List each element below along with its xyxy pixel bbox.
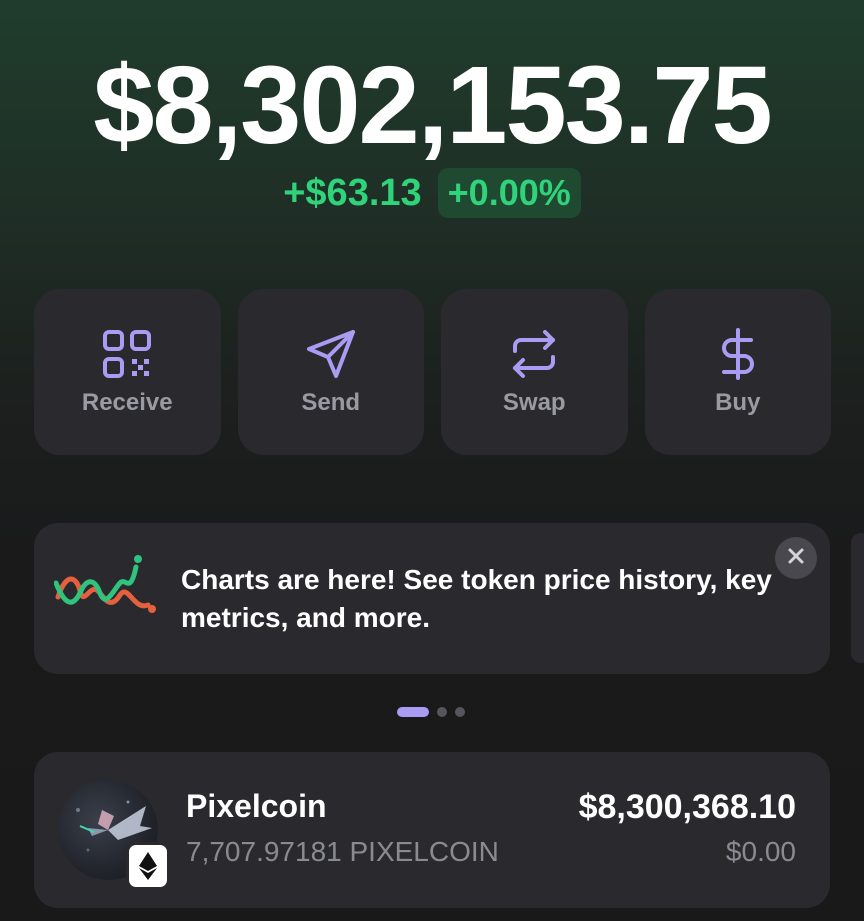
buy-label: Buy bbox=[715, 389, 761, 416]
carousel-indicator bbox=[397, 707, 465, 717]
dollar-icon bbox=[711, 327, 765, 381]
promo-close-button[interactable] bbox=[775, 537, 817, 579]
send-button[interactable]: Send bbox=[237, 289, 424, 455]
send-icon bbox=[304, 327, 358, 381]
close-icon bbox=[787, 547, 805, 570]
buy-button[interactable]: Buy bbox=[644, 289, 831, 455]
chart-squiggle-icon bbox=[53, 553, 158, 623]
swap-icon bbox=[507, 327, 561, 381]
token-change: $0.00 bbox=[725, 836, 796, 867]
promo-text: Charts are here! See token price history… bbox=[181, 564, 772, 633]
carousel-dot bbox=[437, 707, 447, 717]
send-label: Send bbox=[301, 389, 361, 416]
receive-button[interactable]: Receive bbox=[34, 289, 221, 455]
next-promo-card-peek[interactable] bbox=[851, 533, 864, 663]
swap-button[interactable]: Swap bbox=[441, 289, 628, 455]
token-row-pixelcoin[interactable]: Pixelcoin 7,707.97181 PIXELCOIN $8,300,3… bbox=[34, 752, 830, 908]
qr-code-icon bbox=[100, 327, 154, 381]
swap-label: Swap bbox=[502, 389, 566, 416]
carousel-dot bbox=[455, 707, 465, 717]
change-percent-badge: +0.00% bbox=[437, 168, 581, 218]
portfolio-change: +$63.13 +0.00% bbox=[0, 168, 864, 218]
carousel-dot-active bbox=[397, 707, 429, 717]
charts-promo-card[interactable]: Charts are here! See token price history… bbox=[34, 523, 830, 674]
action-buttons: Receive Send Swap Buy bbox=[34, 289, 831, 455]
token-quantity: 7,707.97181 PIXELCOIN bbox=[186, 836, 499, 867]
portfolio-balance: $8,302,153.75 bbox=[93, 44, 772, 167]
receive-label: Receive bbox=[81, 389, 173, 416]
ethereum-icon bbox=[126, 842, 170, 890]
change-amount: +$63.13 bbox=[283, 172, 422, 214]
token-value: $8,300,368.10 bbox=[578, 788, 796, 826]
token-name: Pixelcoin bbox=[186, 788, 327, 824]
